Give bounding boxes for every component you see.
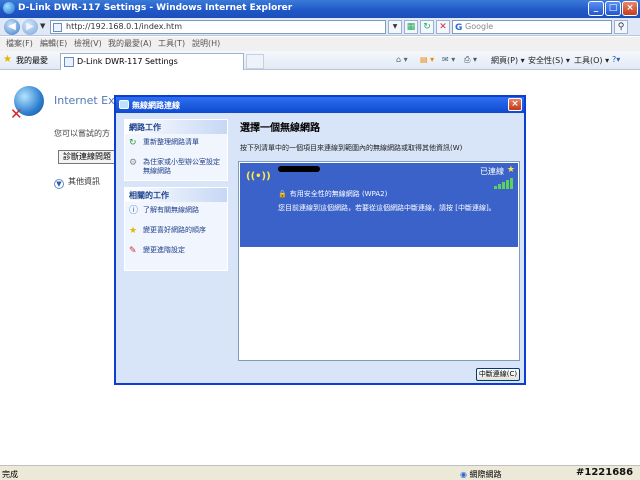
dialog-close-button[interactable]: × — [508, 98, 522, 111]
refresh-icon[interactable]: ↻ — [420, 20, 434, 34]
setup-wireless-network[interactable]: ⚙ 為住家或小型辦公室設定無線網路 — [125, 154, 227, 180]
address-input[interactable]: http://192.168.0.1/index.htm — [50, 20, 386, 34]
minimize-button[interactable]: _ — [588, 1, 604, 16]
safety-menu[interactable]: 安全性(S) ▾ — [528, 55, 570, 66]
related-tasks-header: 相關的工作 — [125, 188, 227, 202]
status-bar: 完成 ◉ 網際網路 #1221686 — [0, 465, 640, 480]
ie-icon — [3, 2, 15, 14]
menu-bar: 檔案(F) 編輯(E) 檢視(V) 我的最愛(A) 工具(T) 說明(H) — [0, 37, 640, 51]
tab-dlink-settings[interactable]: D-Link DWR-117 Settings — [60, 53, 244, 70]
back-icon[interactable]: ◀ — [4, 19, 20, 35]
favorites-button[interactable]: 我的最愛 — [16, 55, 48, 66]
new-tab-button[interactable] — [246, 54, 264, 69]
settings-icon: ✎ — [129, 246, 137, 256]
setup-icon: ⚙ — [129, 158, 138, 168]
security-info: 🔒 有用安全性的無線網路 (WPA2) — [278, 190, 388, 198]
home-icon[interactable]: ⌂ ▾ — [396, 55, 408, 64]
expand-icon: ▼ — [54, 179, 64, 189]
menu-edit[interactable]: 編輯(E) — [40, 38, 67, 49]
help-icon[interactable]: ?▾ — [612, 55, 620, 64]
menu-view[interactable]: 檢視(V) — [74, 38, 102, 49]
network-item-connected[interactable]: ((•)) 已連線 ★ 🔒 有用安全性的無線網路 (WPA2) 您目前連線到這個網… — [240, 163, 518, 247]
status-text: 完成 — [2, 470, 18, 479]
tools-menu[interactable]: 工具(O) ▾ — [574, 55, 609, 66]
chevron-down-icon[interactable]: ▼ — [40, 22, 45, 30]
disconnect-button[interactable]: 中斷連線(C) — [476, 368, 520, 381]
network-list[interactable]: ((•)) 已連線 ★ 🔒 有用安全性的無線網路 (WPA2) 您目前連線到這個網… — [238, 161, 520, 361]
more-info-link[interactable]: ▼ 其他資訊 — [54, 176, 100, 189]
wireless-connection-dialog: 無線網路連線 × 網路工作 ↻ 重新整理網路清單 ⚙ 為住家或小型辦公室設定無線… — [114, 95, 526, 385]
page-description: 您可以嘗試的方 — [54, 129, 110, 138]
menu-file[interactable]: 檔案(F) — [6, 38, 33, 49]
network-ssid-redacted — [278, 166, 320, 172]
page-icon — [64, 57, 74, 67]
search-icon[interactable]: ⚲ — [614, 20, 628, 34]
network-tasks: 網路工作 ↻ 重新整理網路清單 ⚙ 為住家或小型辦公室設定無線網路 — [124, 119, 228, 181]
dialog-title-bar[interactable]: 無線網路連線 × — [116, 97, 524, 113]
address-url: http://192.168.0.1/index.htm — [66, 22, 182, 31]
diagnose-button[interactable]: 診斷連線問題 — [58, 150, 118, 164]
connection-status: 已連線 — [480, 167, 504, 176]
zone-indicator[interactable]: ◉ 網際網路 — [460, 469, 502, 480]
network-tasks-header: 網路工作 — [125, 120, 227, 134]
network-panel: 選擇一個無線網路 按下列清單中的一個項目來連線到範圍內的無線網路或取得其他資訊(… — [232, 115, 522, 383]
page-menu[interactable]: 網頁(P) ▾ — [491, 55, 525, 66]
menu-tools[interactable]: 工具(T) — [158, 38, 185, 49]
related-tasks: 相關的工作 ⓘ 了解有關無線網路 ★ 變更喜好網路的順序 ✎ 變更進階設定 — [124, 187, 228, 271]
lock-icon: 🔒 — [278, 190, 287, 198]
page-icon — [53, 23, 62, 32]
maximize-button[interactable]: □ — [605, 1, 621, 16]
mail-icon[interactable]: ✉ ▾ — [442, 55, 455, 64]
learn-wireless[interactable]: ⓘ 了解有關無線網路 — [125, 202, 227, 222]
forward-icon[interactable]: ▶ — [22, 19, 38, 35]
menu-help[interactable]: 說明(H) — [192, 38, 220, 49]
print-icon[interactable]: ⎙ ▾ — [464, 55, 477, 65]
compatibility-icon[interactable]: ▦ — [404, 20, 418, 34]
globe-icon: ◉ — [460, 470, 467, 479]
wireless-icon — [119, 100, 129, 109]
preferred-star-icon: ★ — [506, 165, 515, 175]
address-toolbar: ◀ ▶ ▼ http://192.168.0.1/index.htm ▼ ▦ ↻… — [0, 18, 640, 36]
dialog-title: 無線網路連線 — [132, 101, 180, 110]
google-icon: G — [455, 23, 463, 33]
favorites-star-icon[interactable]: ★ — [3, 54, 12, 65]
feeds-icon[interactable]: ▤ ▾ — [420, 55, 434, 64]
watermark: #1221686 — [576, 467, 634, 478]
task-pane: 網路工作 ↻ 重新整理網路清單 ⚙ 為住家或小型辦公室設定無線網路 相關的工作 … — [124, 119, 228, 277]
info-icon: ⓘ — [129, 206, 139, 216]
refresh-network-list[interactable]: ↻ 重新整理網路清單 — [125, 134, 227, 154]
change-advanced-settings[interactable]: ✎ 變更進階設定 — [125, 242, 227, 262]
tab-bar: ★ 我的最愛 D-Link DWR-117 Settings ⌂ ▾ ▤ ▾ ✉… — [0, 51, 640, 70]
error-x-icon: ✕ — [10, 105, 23, 123]
window-title-bar[interactable]: D-Link DWR-117 Settings - Windows Intern… — [0, 0, 640, 18]
panel-title: 選擇一個無線網路 — [240, 123, 320, 134]
dropdown-icon[interactable]: ▼ — [388, 20, 402, 34]
search-input[interactable]: G Google — [452, 20, 612, 34]
window-title: D-Link DWR-117 Settings - Windows Intern… — [18, 3, 293, 13]
refresh-icon: ↻ — [129, 138, 137, 148]
star-icon: ★ — [129, 226, 138, 236]
connection-message: 您目前連線到這個網路，若要從這個網路中斷連線，請按 [中斷連線]。 — [278, 204, 496, 212]
antenna-icon: ((•)) — [246, 171, 271, 182]
menu-favorites[interactable]: 我的最愛(A) — [108, 38, 152, 49]
change-network-order[interactable]: ★ 變更喜好網路的順序 — [125, 222, 227, 242]
signal-strength-icon — [494, 177, 514, 189]
stop-icon[interactable]: ✕ — [436, 20, 450, 34]
panel-description: 按下列清單中的一個項目來連線到範圍內的無線網路或取得其他資訊(W) — [240, 144, 463, 152]
close-window-button[interactable]: × — [622, 1, 638, 16]
